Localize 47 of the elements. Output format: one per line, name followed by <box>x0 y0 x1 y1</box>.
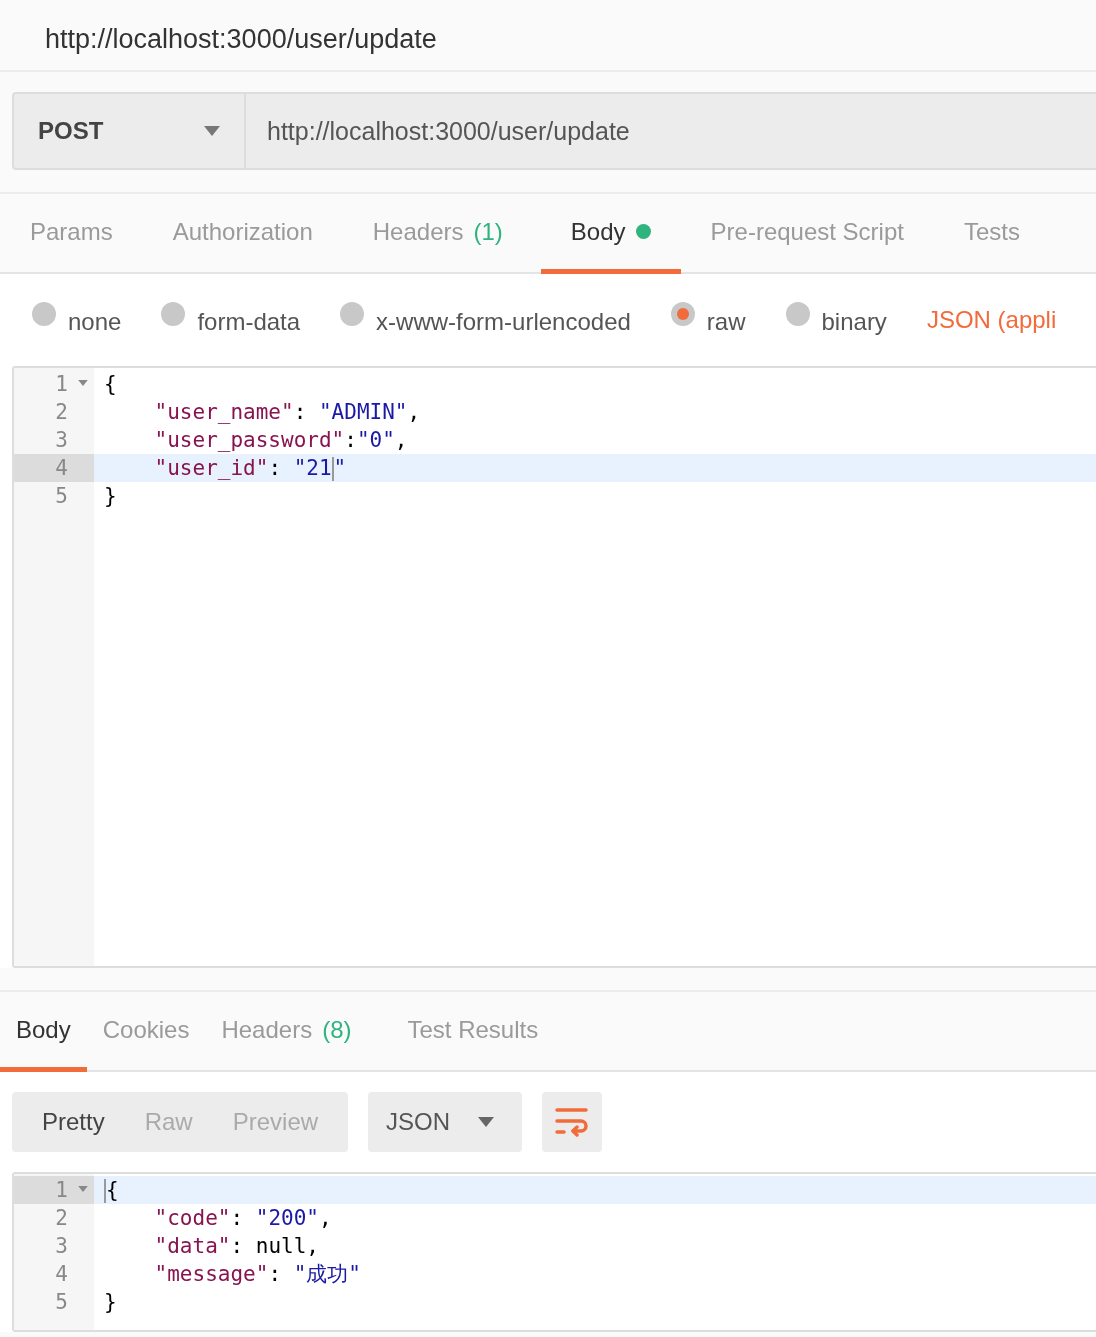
code-line: "user_password":"0", <box>153 428 408 452</box>
view-mode-tab[interactable]: Pretty <box>22 1092 125 1152</box>
line-number: 1 <box>55 1177 68 1204</box>
line-number: 3 <box>55 427 68 454</box>
radio-option[interactable]: binary <box>785 306 887 334</box>
url-field[interactable]: http://localhost:3000/user/update <box>246 92 1096 170</box>
line-number: 4 <box>55 455 68 482</box>
text-cursor <box>331 457 334 481</box>
header-count: (1) <box>473 217 503 246</box>
caret-icon <box>204 126 220 136</box>
line-number: 1 <box>55 371 68 398</box>
line-number: 2 <box>55 1205 68 1232</box>
request-title: http://localhost:3000/user/update <box>45 24 437 55</box>
line-number: 2 <box>55 399 68 426</box>
code-line: "user_name": "ADMIN", <box>153 400 421 424</box>
radio-option[interactable]: none <box>32 306 122 334</box>
wrap-lines-button[interactable] <box>542 1092 603 1152</box>
caret-icon <box>478 1117 495 1127</box>
radio-button[interactable] <box>670 302 695 326</box>
line-number: 5 <box>55 1289 68 1316</box>
text-cursor <box>104 1179 106 1203</box>
radio-button[interactable] <box>340 302 365 326</box>
code-editor[interactable]: 1 { 2 "code": "200", 3 "data": null, 4 "message": "成功" 5 } <box>12 1172 1096 1332</box>
line-number: 4 <box>55 1261 68 1288</box>
code-line: "data": null, <box>153 1234 319 1258</box>
code-line: { <box>104 1178 119 1202</box>
fold-icon[interactable] <box>78 380 88 386</box>
fold-icon[interactable] <box>78 1186 88 1192</box>
code-line: } <box>104 1290 117 1314</box>
radio-button[interactable] <box>161 302 186 326</box>
code-line: "message": "成功" <box>153 1262 361 1286</box>
line-number: 3 <box>55 1233 68 1260</box>
radio-option[interactable]: x-www-form-urlencoded <box>340 306 631 334</box>
code-line: "user_id": "21" <box>153 456 347 480</box>
wrap-icon <box>555 1107 590 1137</box>
radio-button[interactable] <box>32 302 56 326</box>
code-line: } <box>104 484 117 508</box>
method-dropdown[interactable]: POST <box>12 92 246 170</box>
code-editor[interactable]: 1 { 2 "user_name": "ADMIN", 3 "user_password":"0", 4 "user_id": "21" 5 } <box>12 366 1096 968</box>
code-line: "code": "200", <box>153 1206 332 1230</box>
format-dropdown[interactable]: JSON <box>368 1092 523 1152</box>
line-number: 5 <box>55 483 68 510</box>
radio-option[interactable]: form-data <box>161 306 301 334</box>
code-line: { <box>104 372 117 396</box>
radio-button[interactable] <box>785 302 810 326</box>
radio-option[interactable]: raw <box>670 306 746 334</box>
header-count: (8) <box>322 1015 352 1044</box>
